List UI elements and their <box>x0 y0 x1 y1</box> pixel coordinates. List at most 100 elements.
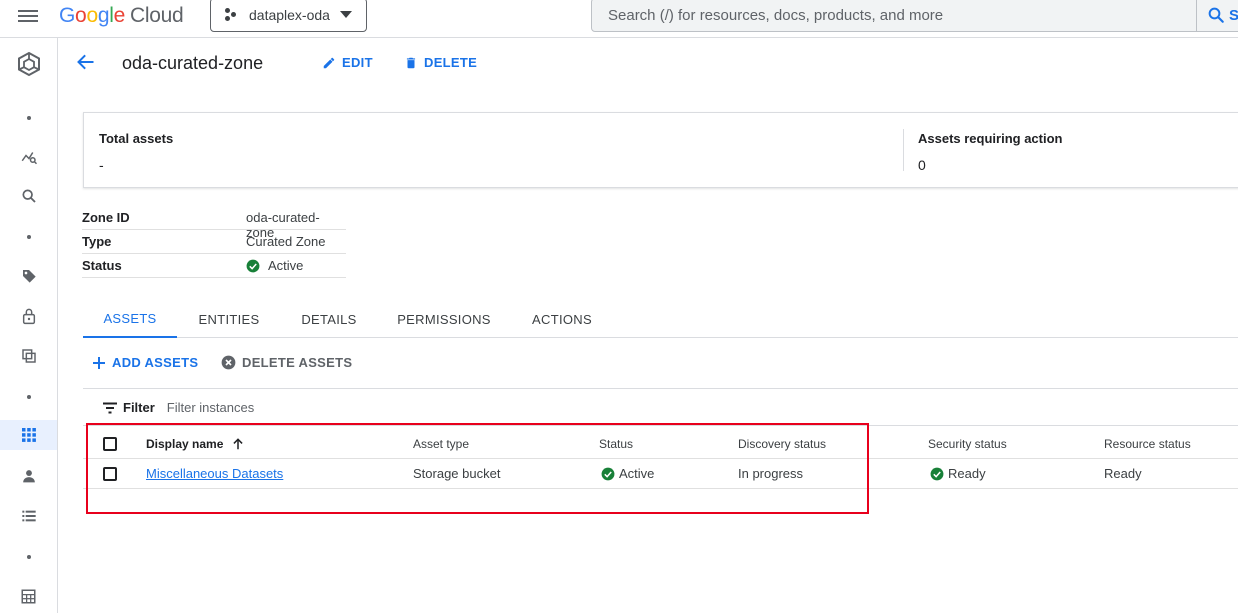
zone-info-row: Type Curated Zone <box>82 230 346 254</box>
tag-icon[interactable] <box>0 261 57 291</box>
page-title: oda-curated-zone <box>122 53 264 73</box>
delete-assets-button[interactable]: DELETE ASSETS <box>221 355 352 370</box>
tab-actions[interactable]: ACTIONS <box>523 300 601 338</box>
nav-dot-icon[interactable] <box>0 222 57 252</box>
plus-icon <box>93 356 105 369</box>
nav-dot-icon[interactable] <box>0 542 57 572</box>
status-text: Active <box>619 466 655 481</box>
main-menu-icon[interactable] <box>18 8 38 24</box>
filter-input[interactable] <box>166 400 467 415</box>
logo-letter: G <box>59 4 76 27</box>
tab-entities[interactable]: ENTITIES <box>187 300 271 338</box>
table-row: Miscellaneous Datasets Storage bucket Ac… <box>83 459 1238 489</box>
arrow-up-icon <box>233 438 243 450</box>
search-button-label: S <box>1229 6 1238 24</box>
check-circle-icon <box>246 259 260 272</box>
security-status-cell: Ready <box>930 459 986 488</box>
pencil-icon <box>323 57 335 68</box>
status-text: Active <box>268 258 304 273</box>
delete-assets-label: DELETE ASSETS <box>242 355 353 370</box>
person-icon[interactable] <box>0 461 57 491</box>
search-bar[interactable] <box>591 0 1238 32</box>
filter-bar[interactable]: Filter <box>103 400 467 415</box>
list-icon[interactable] <box>0 501 57 531</box>
logo-letter: e <box>113 4 126 27</box>
zone-info-row: Status Active <box>82 254 346 278</box>
cancel-icon <box>221 355 236 370</box>
project-icon <box>225 8 239 22</box>
add-assets-button[interactable]: ADD ASSETS <box>92 355 198 370</box>
logo-letter: o <box>75 4 87 27</box>
row-checkbox-cell <box>103 459 117 488</box>
table-header: Display name Asset type Status Discovery… <box>83 430 1238 459</box>
copy-icon[interactable] <box>0 341 57 371</box>
nav-dot-icon[interactable] <box>0 103 57 133</box>
top-bar: Google Cloud dataplex-oda S <box>0 0 1238 38</box>
lock-icon[interactable] <box>0 301 57 331</box>
asset-type-cell: Storage bucket <box>413 466 501 481</box>
dataplex-logo-icon[interactable] <box>0 49 57 79</box>
display-name-cell: Miscellaneous Datasets <box>146 459 283 488</box>
total-assets-label: Total assets <box>99 131 174 146</box>
divider <box>83 388 1238 389</box>
requiring-action-label: Assets requiring action <box>918 131 1063 146</box>
search-button[interactable]: S <box>1196 0 1238 32</box>
check-circle-icon <box>930 467 944 480</box>
edit-button[interactable]: EDIT <box>322 55 373 70</box>
discovery-status-cell: In progress <box>738 466 804 481</box>
row-checkbox[interactable] <box>103 466 117 481</box>
column-header-resource-status[interactable]: Resource status <box>1104 430 1191 458</box>
add-assets-label: ADD ASSETS <box>112 355 199 370</box>
column-header-display-name[interactable]: Display name <box>146 430 245 458</box>
column-header-security-status[interactable]: Security status <box>928 430 1007 458</box>
column-header-label: Display name <box>146 437 224 451</box>
divider <box>83 425 1238 426</box>
logo-cloud-text: Cloud <box>129 4 184 27</box>
delete-label: DELETE <box>424 55 478 70</box>
type-key: Type <box>82 234 112 249</box>
column-header-asset-type[interactable]: Asset type <box>413 430 469 458</box>
table-icon[interactable] <box>0 581 57 611</box>
resource-status-cell: Ready <box>1104 466 1142 481</box>
google-cloud-logo[interactable]: Google Cloud <box>59 4 184 28</box>
trash-icon <box>406 57 416 68</box>
grid-icon[interactable] <box>0 420 57 450</box>
total-assets-stat: Total assets - <box>99 131 173 173</box>
status-value: Active <box>246 258 303 273</box>
logo-letter: o <box>86 4 98 27</box>
search-icon <box>1208 7 1224 23</box>
column-header-status[interactable]: Status <box>599 430 633 458</box>
zone-info-table: Zone ID oda-curated-zone Type Curated Zo… <box>82 206 346 278</box>
chevron-down-icon <box>340 11 352 18</box>
tab-bar: ASSETS ENTITIES DETAILS PERMISSIONS ACTI… <box>83 300 1238 338</box>
summary-divider <box>903 129 904 171</box>
select-all-checkbox-cell <box>103 430 117 458</box>
delete-button[interactable]: DELETE <box>404 55 477 70</box>
analytics-icon[interactable] <box>0 142 57 172</box>
zone-id-key: Zone ID <box>82 210 130 225</box>
back-arrow-icon[interactable] <box>76 52 98 74</box>
status-cell: Active <box>601 459 654 488</box>
status-key: Status <box>82 258 122 273</box>
tab-assets[interactable]: ASSETS <box>83 300 177 338</box>
nav-dot-icon[interactable] <box>0 382 57 412</box>
summary-card: Total assets - Assets requiring action 0 <box>83 112 1238 188</box>
search-input[interactable] <box>592 6 1192 24</box>
filter-label: Filter <box>123 400 155 415</box>
asset-link[interactable]: Miscellaneous Datasets <box>146 466 283 481</box>
select-all-checkbox[interactable] <box>103 437 117 451</box>
filter-icon <box>103 402 117 413</box>
left-nav-rail <box>0 38 58 613</box>
tab-details[interactable]: DETAILS <box>289 300 369 338</box>
logo-letter: g <box>97 4 110 27</box>
tab-permissions[interactable]: PERMISSIONS <box>389 300 499 338</box>
zone-info-row: Zone ID oda-curated-zone <box>82 206 346 240</box>
project-picker[interactable]: dataplex-oda <box>210 0 367 32</box>
project-name: dataplex-oda <box>249 7 330 23</box>
column-header-discovery-status[interactable]: Discovery status <box>738 430 826 458</box>
security-status-text: Ready <box>948 466 986 481</box>
total-assets-value: - <box>99 157 104 173</box>
assets-requiring-action-stat: Assets requiring action 0 <box>918 131 1062 173</box>
type-value: Curated Zone <box>246 234 326 249</box>
search-icon[interactable] <box>0 181 57 211</box>
